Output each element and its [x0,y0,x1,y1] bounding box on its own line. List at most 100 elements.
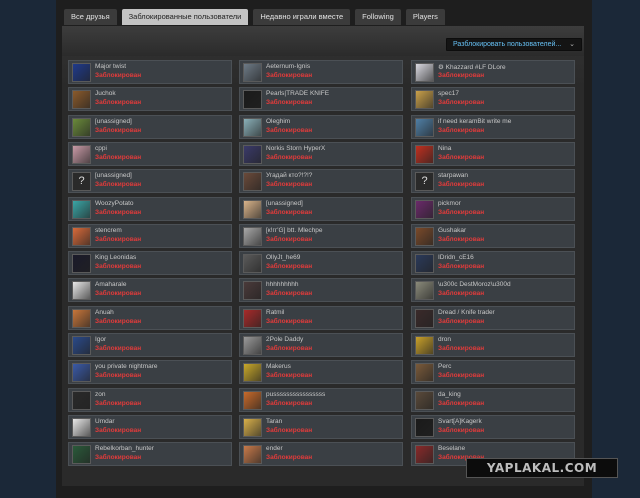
avatar[interactable] [72,418,91,437]
blocked-user-card[interactable]: Aeternum-Ignis Заблокирован [239,60,403,84]
avatar[interactable] [72,309,91,328]
user-name[interactable]: [unassigned] [266,200,402,207]
blocked-user-card[interactable]: ender Заблокирован [239,442,403,466]
blocked-user-card[interactable]: Umdar Заблокирован [68,415,232,439]
user-name[interactable]: Aeternum-Ignis [266,63,402,70]
user-name[interactable]: Угадай кто?!?!? [266,172,402,179]
avatar[interactable] [415,418,434,437]
user-name[interactable]: ender [266,445,402,452]
avatar[interactable]: ? [72,172,91,191]
blocked-user-card[interactable]: Norkis Storn HyperX Заблокирован [239,142,403,166]
blocked-user-card[interactable]: Anuah Заблокирован [68,306,232,330]
user-name[interactable]: pussssssssssssssss [266,391,402,398]
user-name[interactable]: \u300c DestMoroz\u300d [438,281,574,288]
user-name[interactable]: Amaharale [95,281,231,288]
user-name[interactable]: [к!гг'G] btt. Mlechpe [266,227,402,234]
blocked-user-card[interactable]: zon Заблокирован [68,388,232,412]
blocked-user-card[interactable]: Ratmil Заблокирован [239,306,403,330]
user-name[interactable]: Norkis Storn HyperX [266,145,402,152]
blocked-user-card[interactable]: pussssssssssssssss Заблокирован [239,388,403,412]
avatar[interactable] [243,391,262,410]
user-name[interactable]: Igor [95,336,231,343]
blocked-user-card[interactable]: Nina Заблокирован [411,142,575,166]
blocked-user-card[interactable]: Угадай кто?!?!? Заблокирован [239,169,403,193]
tab-recently-played[interactable]: Недавно играли вместе [253,9,351,25]
avatar[interactable] [243,227,262,246]
blocked-user-card[interactable]: 2Pole Daddy Заблокирован [239,333,403,357]
blocked-user-card[interactable]: Juchok Заблокирован [68,87,232,111]
avatar[interactable] [415,200,434,219]
user-name[interactable]: starpawan [438,172,574,179]
blocked-user-card[interactable]: Svart[A]Kagerk Заблокирован [411,415,575,439]
user-name[interactable]: zon [95,391,231,398]
user-name[interactable]: OllyJt_he69 [266,254,402,261]
user-name[interactable]: if need keramBit write me [438,118,574,125]
blocked-user-card[interactable]: OllyJt_he69 Заблокирован [239,251,403,275]
user-name[interactable]: Pearls|TRADE KNIFE [266,90,402,97]
blocked-user-card[interactable]: you private nightmare Заблокирован [68,360,232,384]
user-name[interactable]: Makerus [266,363,402,370]
blocked-user-card[interactable]: Perc Заблокирован [411,360,575,384]
avatar[interactable] [72,118,91,137]
user-name[interactable]: IDridn_cE16 [438,254,574,261]
user-name[interactable]: 2Pole Daddy [266,336,402,343]
user-name[interactable]: Rebelkorban_hunter [95,445,231,452]
user-name[interactable]: pickmor [438,200,574,207]
user-name[interactable]: King Leonidas [95,254,231,261]
user-name[interactable]: Gushakar [438,227,574,234]
avatar[interactable] [72,445,91,464]
blocked-user-card[interactable]: pickmor Заблокирован [411,197,575,221]
avatar[interactable] [243,200,262,219]
avatar[interactable] [243,418,262,437]
blocked-user-card[interactable]: Oleghim Заблокирован [239,115,403,139]
blocked-user-card[interactable]: cppi Заблокирован [68,142,232,166]
blocked-user-card[interactable]: Major twist Заблокирован [68,60,232,84]
user-name[interactable]: Oleghim [266,118,402,125]
avatar[interactable] [415,363,434,382]
blocked-user-card[interactable]: ? starpawan Заблокирован [411,169,575,193]
blocked-user-card[interactable]: Rebelkorban_hunter Заблокирован [68,442,232,466]
user-name[interactable]: Nina [438,145,574,152]
avatar[interactable] [72,391,91,410]
user-name[interactable]: cppi [95,145,231,152]
user-name[interactable]: [unassigned] [95,118,231,125]
avatar[interactable] [243,309,262,328]
blocked-user-card[interactable]: ⚙ Khazzard #LF DLore Заблокирован [411,60,575,84]
avatar[interactable] [415,391,434,410]
avatar[interactable] [243,445,262,464]
avatar[interactable] [415,118,434,137]
user-name[interactable]: [unassigned] [95,172,231,179]
blocked-user-card[interactable]: dron Заблокирован [411,333,575,357]
avatar[interactable] [72,363,91,382]
user-name[interactable]: da_king [438,391,574,398]
blocked-user-card[interactable]: hhhhhhhhh Заблокирован [239,278,403,302]
blocked-user-card[interactable]: Dread / Knife trader Заблокирован [411,306,575,330]
avatar[interactable] [243,90,262,109]
avatar[interactable] [243,118,262,137]
blocked-user-card[interactable]: da_king Заблокирован [411,388,575,412]
blocked-user-card[interactable]: ? [unassigned] Заблокирован [68,169,232,193]
avatar[interactable] [72,281,91,300]
user-name[interactable]: Anuah [95,309,231,316]
user-name[interactable]: Major twist [95,63,231,70]
avatar[interactable]: ? [415,172,434,191]
user-name[interactable]: Taran [266,418,402,425]
avatar[interactable] [243,63,262,82]
blocked-user-card[interactable]: Igor Заблокирован [68,333,232,357]
blocked-user-card[interactable]: [unassigned] Заблокирован [239,197,403,221]
blocked-user-card[interactable]: Amaharale Заблокирован [68,278,232,302]
avatar[interactable] [243,281,262,300]
user-name[interactable]: you private nightmare [95,363,231,370]
user-name[interactable]: Beselane [438,445,574,452]
avatar[interactable] [72,254,91,273]
avatar[interactable] [415,145,434,164]
avatar[interactable] [415,227,434,246]
user-name[interactable]: Ratmil [266,309,402,316]
tab-blocked-users[interactable]: Заблокированные пользователи [121,9,249,25]
avatar[interactable] [415,63,434,82]
avatar[interactable] [72,90,91,109]
blocked-user-card[interactable]: \u300c DestMoroz\u300d Заблокирован [411,278,575,302]
avatar[interactable] [415,254,434,273]
user-name[interactable]: hhhhhhhhh [266,281,402,288]
blocked-user-card[interactable]: WoozyPotato Заблокирован [68,197,232,221]
